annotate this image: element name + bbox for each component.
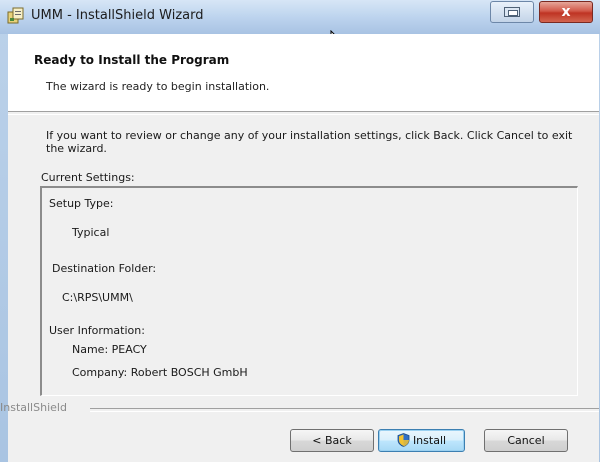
destination-folder-label: Destination Folder:: [52, 262, 157, 275]
user-information-label: User Information:: [49, 324, 145, 337]
install-button[interactable]: Install: [378, 429, 465, 452]
instruction-text: If you want to review or change any of y…: [46, 129, 573, 155]
close-icon: x: [561, 4, 571, 20]
install-button-label: Install: [412, 434, 447, 447]
current-settings-box[interactable]: Setup Type: Typical Destination Folder: …: [40, 186, 578, 396]
restore-button[interactable]: [490, 1, 534, 23]
page-title: Ready to Install the Program: [34, 53, 230, 67]
title-bar[interactable]: UMM - InstallShield Wizard x: [0, 0, 600, 34]
wizard-header: Ready to Install the Program The wizard …: [8, 34, 599, 111]
close-button[interactable]: x: [539, 1, 593, 23]
footer-divider: [90, 408, 599, 412]
user-company: Company: Robert BOSCH GmbH: [72, 366, 248, 379]
window-title: UMM - InstallShield Wizard: [31, 8, 204, 23]
installshield-branding: InstallShield: [0, 401, 67, 414]
installer-app-icon: [7, 7, 24, 24]
installer-window: UMM - InstallShield Wizard x Ready to In…: [0, 0, 600, 462]
cancel-button[interactable]: Cancel: [484, 429, 568, 452]
header-divider: [8, 111, 599, 115]
destination-folder-value: C:\RPS\UMM\: [62, 291, 133, 304]
setup-type-value: Typical: [72, 226, 110, 239]
wizard-client-area: Ready to Install the Program The wizard …: [0, 34, 599, 462]
page-subtitle: The wizard is ready to begin installatio…: [46, 80, 270, 93]
user-name: Name: PEACY: [72, 343, 147, 356]
setup-type-label: Setup Type:: [49, 197, 114, 210]
current-settings-label: Current Settings:: [41, 171, 135, 184]
uac-shield-icon: [397, 433, 410, 447]
back-button[interactable]: < Back: [290, 429, 374, 452]
restore-icon: [504, 7, 520, 17]
